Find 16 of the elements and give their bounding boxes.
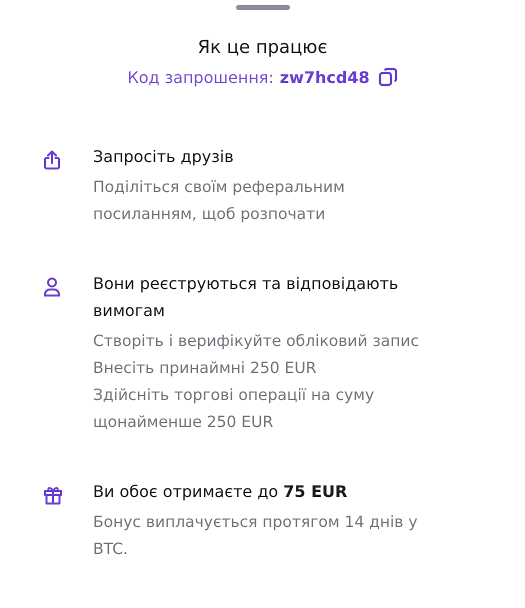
invite-code: zw7hcd48 (280, 68, 370, 86)
step-description: Внесіть принаймні 250 EUR (93, 358, 318, 379)
gift-icon (43, 485, 63, 505)
copy-icon[interactable] (378, 67, 398, 87)
step-description: Поділіться своїм реферальним посиланням, щоб розпочати (93, 177, 346, 225)
drag-handle[interactable] (236, 5, 290, 10)
step-title: Запросіть друзів (93, 146, 235, 168)
step-description: Бонус виплачується протягом 14 днів у BTC. (93, 512, 418, 560)
step-title: Вони реєструються та відповідають вимогам (93, 273, 400, 322)
share-icon (43, 150, 61, 170)
sheet-title: Як це працює (198, 37, 328, 58)
invite-code-label: Код запрошення: (127, 68, 274, 86)
step-title: Ви обоє отримаєте до 75 EUR (93, 481, 348, 503)
user-icon (43, 277, 61, 297)
step-description: Здійсніть торгові операції на суму щонайменше 250 EUR (93, 385, 376, 433)
step-description: Створіть і верифікуйте обліковий запис (93, 331, 420, 352)
